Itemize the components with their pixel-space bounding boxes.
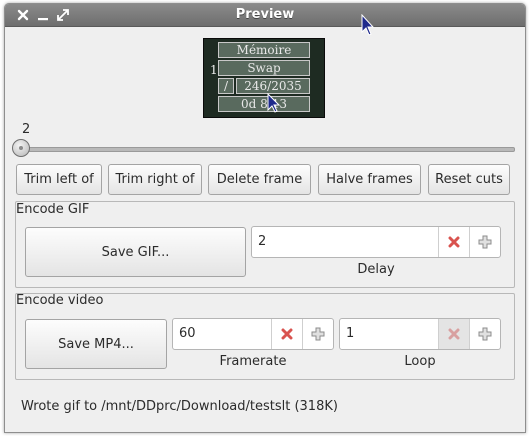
delay-clear-button[interactable]: [438, 227, 469, 257]
preview-label-1: 1: [210, 63, 218, 77]
loop-increment-button[interactable]: [469, 319, 500, 349]
status-message: Wrote gif to /mnt/DDprc/Download/testslt…: [21, 399, 338, 414]
preview-row-swap: Swap: [218, 60, 310, 76]
reset-cuts-button[interactable]: Reset cuts: [428, 164, 510, 195]
frame-slider-handle[interactable]: [12, 139, 30, 157]
frame-preview-image: Mémoire Swap 1 / 246/2035 0d 8:13: [203, 38, 325, 118]
framerate-label: Framerate: [219, 354, 287, 369]
frame-slider-track[interactable]: [17, 147, 515, 152]
delay-input[interactable]: 2: [258, 234, 266, 249]
save-mp4-button[interactable]: Save MP4...: [25, 319, 167, 369]
mouse-cursor-icon: [361, 14, 375, 36]
framerate-field[interactable]: 60: [172, 318, 334, 350]
window-title: Preview: [235, 7, 295, 22]
trim-right-button[interactable]: Trim right of: [108, 164, 202, 195]
delay-increment-button[interactable]: [469, 227, 500, 257]
preview-window: Preview Mémoire Swap 1 / 246/2035 0d 8:1…: [4, 3, 526, 433]
loop-field[interactable]: 1: [339, 318, 501, 350]
plus-icon: [478, 235, 492, 249]
framerate-clear-button[interactable]: [271, 319, 302, 349]
delete-frame-button[interactable]: Delete frame: [208, 164, 311, 195]
delay-field[interactable]: 2: [251, 226, 501, 258]
delay-label: Delay: [357, 262, 395, 277]
framerate-increment-button[interactable]: [302, 319, 333, 349]
title-bar[interactable]: Preview: [5, 4, 525, 27]
halve-frames-button[interactable]: Halve frames: [318, 164, 421, 195]
clear-icon: [448, 236, 460, 248]
plus-icon: [478, 327, 492, 341]
framerate-input[interactable]: 60: [179, 326, 196, 341]
save-gif-button[interactable]: Save GIF...: [25, 227, 246, 277]
loop-input[interactable]: 1: [346, 326, 354, 341]
trim-left-button[interactable]: Trim left of: [16, 164, 102, 195]
preview-row-memoire: Mémoire: [218, 42, 310, 58]
clear-icon: [448, 328, 460, 340]
loop-clear-button[interactable]: [438, 319, 469, 349]
preview-row-value: 246/2035: [236, 78, 310, 94]
encode-video-label: Encode video: [16, 293, 104, 308]
encode-gif-label: Encode GIF: [16, 202, 90, 217]
clear-icon: [281, 328, 293, 340]
preview-row-uptime: 0d 8:13: [218, 96, 310, 112]
frame-number-label: 2: [22, 122, 31, 137]
preview-label-slash: /: [218, 78, 234, 94]
mouse-cursor-icon: [267, 93, 281, 113]
loop-label: Loop: [404, 354, 436, 369]
plus-icon: [311, 327, 325, 341]
